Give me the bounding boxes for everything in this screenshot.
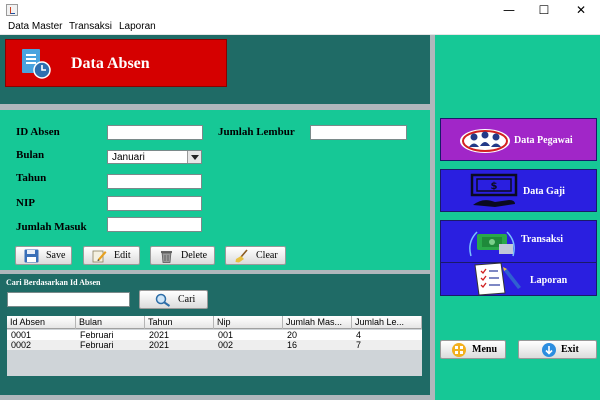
table-cell: 001 bbox=[218, 330, 234, 340]
column-bulan[interactable]: Bulan bbox=[76, 316, 145, 329]
column-jumlah-masuk[interactable]: Jumlah Mas... bbox=[283, 316, 352, 329]
page-title: Data Absen bbox=[71, 55, 150, 72]
grid-menu-icon bbox=[452, 343, 466, 357]
magnifier-icon bbox=[155, 293, 171, 307]
jumlah-lembur-label: Jumlah Lembur bbox=[218, 126, 295, 138]
chevron-down-icon[interactable] bbox=[187, 151, 201, 163]
clear-label: Clear bbox=[256, 250, 278, 261]
menu-data-master[interactable]: Data Master bbox=[8, 21, 62, 32]
table-cell: 20 bbox=[287, 330, 298, 340]
table-cell: 0001 bbox=[11, 330, 32, 340]
menu-transaksi[interactable]: Transaksi bbox=[69, 21, 112, 32]
save-button[interactable]: Save bbox=[15, 246, 72, 265]
edit-label: Edit bbox=[114, 250, 131, 261]
pencil-paper-icon bbox=[92, 250, 107, 263]
clear-button[interactable]: Clear bbox=[225, 246, 286, 265]
exit-button[interactable]: Exit bbox=[518, 340, 597, 359]
bulan-label: Bulan bbox=[16, 149, 45, 161]
table-cell: 002 bbox=[218, 340, 234, 350]
svg-text:$: $ bbox=[491, 181, 498, 192]
checklist-pencil-icon bbox=[474, 262, 521, 296]
money-card-icon bbox=[469, 231, 515, 257]
bulan-select[interactable]: Januari bbox=[107, 150, 202, 164]
bulan-selected-value: Januari bbox=[112, 152, 145, 163]
id-absen-input[interactable] bbox=[107, 125, 203, 140]
table-cell: 2021 bbox=[149, 330, 170, 340]
search-button[interactable]: Cari bbox=[139, 290, 208, 309]
data-pegawai-label: Data Pegawai bbox=[514, 135, 573, 146]
column-tahun[interactable]: Tahun bbox=[145, 316, 214, 329]
table-cell: Februari bbox=[80, 330, 114, 340]
table-cell: 16 bbox=[287, 340, 298, 350]
money-hand-icon: $ bbox=[470, 173, 518, 207]
close-button[interactable]: ✕ bbox=[566, 0, 596, 20]
edit-button[interactable]: Edit bbox=[83, 246, 140, 265]
minimize-button[interactable]: — bbox=[494, 0, 524, 20]
nip-input[interactable] bbox=[107, 196, 202, 211]
table-cell: 4 bbox=[356, 330, 362, 340]
laporan-button[interactable]: Laporan bbox=[440, 262, 597, 296]
exit-button-label: Exit bbox=[561, 344, 579, 355]
delete-label: Delete bbox=[181, 250, 208, 261]
jumlah-masuk-input[interactable] bbox=[107, 217, 202, 232]
document-clock-icon bbox=[22, 49, 51, 79]
id-absen-label: ID Absen bbox=[16, 126, 60, 138]
column-jumlah-lembur[interactable]: Jumlah Le... bbox=[352, 316, 422, 329]
search-caption: Cari Berdasarkan Id Absen bbox=[6, 278, 101, 287]
nip-label: NIP bbox=[16, 197, 35, 209]
table-row[interactable]: 0002 Februari 2021 002 16 7 bbox=[7, 340, 422, 350]
table-cell: 0002 bbox=[11, 340, 32, 350]
jumlah-masuk-label: Jumlah Masuk bbox=[16, 221, 87, 233]
delete-button[interactable]: Delete bbox=[150, 246, 215, 265]
menu-button-label: Menu bbox=[472, 344, 497, 355]
data-gaji-button[interactable]: $ Data Gaji bbox=[440, 169, 597, 212]
java-app-icon bbox=[6, 4, 18, 16]
transaksi-button[interactable]: Transaksi bbox=[440, 220, 597, 263]
jumlah-lembur-input[interactable] bbox=[310, 125, 407, 140]
maximize-button[interactable]: ☐ bbox=[529, 0, 559, 20]
absen-table: Id Absen Bulan Tahun Nip Jumlah Mas... J… bbox=[7, 316, 422, 376]
table-row[interactable]: 0001 Februari 2021 001 20 4 bbox=[7, 330, 422, 340]
trash-bin-icon bbox=[161, 251, 172, 263]
data-gaji-label: Data Gaji bbox=[523, 186, 565, 197]
table-cell: 2021 bbox=[149, 340, 170, 350]
menu-laporan[interactable]: Laporan bbox=[119, 21, 156, 32]
title-bar: — ☐ ✕ bbox=[0, 0, 600, 20]
menu-button[interactable]: Menu bbox=[440, 340, 506, 359]
column-nip[interactable]: Nip bbox=[214, 316, 283, 329]
people-group-icon bbox=[460, 129, 510, 153]
broom-icon bbox=[235, 249, 248, 263]
save-label: Save bbox=[46, 250, 66, 261]
column-id-absen[interactable]: Id Absen bbox=[7, 316, 76, 329]
down-arrow-icon bbox=[542, 343, 556, 357]
search-button-label: Cari bbox=[178, 294, 196, 305]
floppy-disk-icon bbox=[24, 249, 39, 263]
tahun-input[interactable] bbox=[107, 174, 202, 189]
table-cell: Februari bbox=[80, 340, 114, 350]
search-input[interactable] bbox=[7, 292, 130, 307]
laporan-label: Laporan bbox=[530, 275, 568, 286]
menu-bar: Data Master Transaksi Laporan bbox=[0, 20, 600, 35]
table-cell: 7 bbox=[356, 340, 362, 350]
tahun-label: Tahun bbox=[16, 172, 47, 184]
data-pegawai-button[interactable]: Data Pegawai bbox=[440, 118, 597, 161]
transaksi-label: Transaksi bbox=[521, 234, 564, 245]
table-header: Id Absen Bulan Tahun Nip Jumlah Mas... J… bbox=[7, 316, 422, 329]
